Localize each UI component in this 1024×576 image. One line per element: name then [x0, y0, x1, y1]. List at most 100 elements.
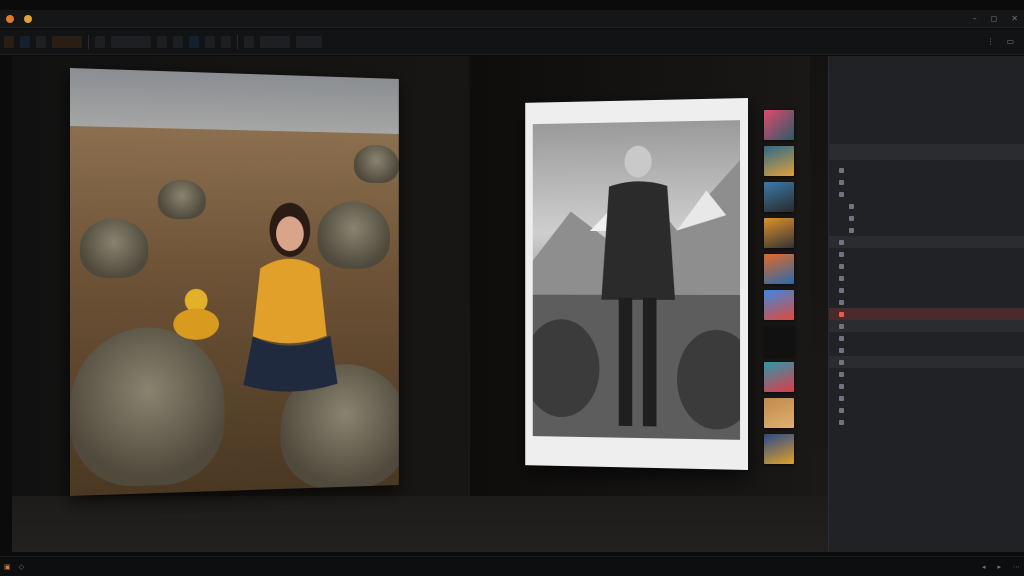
- thumbnail[interactable]: [764, 326, 794, 356]
- yellow-toy: [173, 288, 219, 341]
- thumbnail[interactable]: [764, 362, 794, 392]
- panel-row[interactable]: [829, 320, 1024, 332]
- panel-row[interactable]: [829, 332, 1024, 344]
- framed-photo-man[interactable]: [525, 98, 748, 470]
- row-icon: [839, 407, 844, 413]
- app-icon[interactable]: [6, 14, 14, 23]
- status-icon[interactable]: ▣: [4, 563, 11, 571]
- thumbnail[interactable]: [764, 110, 794, 140]
- row-icon: [839, 239, 844, 245]
- tool-button-11[interactable]: [221, 35, 231, 48]
- tool-button-7[interactable]: [157, 35, 167, 48]
- thumbnail[interactable]: [764, 254, 794, 284]
- row-icon: [839, 383, 844, 389]
- panel-row[interactable]: [829, 296, 1024, 308]
- row-icon: [839, 251, 844, 257]
- row-icon: [839, 299, 844, 305]
- tool-button-14[interactable]: [296, 35, 322, 48]
- panel-row[interactable]: [829, 176, 1024, 188]
- panel-row[interactable]: [829, 212, 1024, 224]
- gallery-floor: [12, 496, 828, 552]
- tool-button-6[interactable]: [111, 35, 151, 48]
- row-icon: [839, 287, 844, 293]
- panel-row[interactable]: [829, 356, 1024, 368]
- row-icon: [839, 167, 844, 173]
- thumbnail[interactable]: [764, 398, 794, 428]
- row-icon: [839, 179, 844, 185]
- panel-row[interactable]: [829, 284, 1024, 296]
- panel-row[interactable]: [829, 392, 1024, 404]
- maximize-icon[interactable]: ◻: [991, 14, 998, 23]
- status-icon-2[interactable]: ◇: [19, 563, 24, 571]
- panel-row[interactable]: [829, 416, 1024, 428]
- row-icon: [839, 263, 844, 269]
- row-icon: [839, 335, 844, 341]
- row-icon: [839, 359, 844, 365]
- tool-button-13[interactable]: [260, 35, 290, 48]
- panel-row[interactable]: [829, 380, 1024, 392]
- panel-row[interactable]: [829, 236, 1024, 248]
- photo-woman-desert[interactable]: [70, 68, 399, 496]
- thumbnail[interactable]: [764, 146, 794, 176]
- tool-button-1[interactable]: [4, 35, 14, 48]
- shrub: [157, 179, 206, 220]
- mountain-scene: [532, 145, 741, 440]
- toolbar-divider: [88, 34, 89, 49]
- row-icon: [839, 347, 844, 353]
- panel-row[interactable]: [829, 188, 1024, 200]
- thumbnail[interactable]: [764, 434, 794, 464]
- toolbar-divider-2: [237, 34, 238, 49]
- panel-row[interactable]: [829, 404, 1024, 416]
- row-icon: [839, 311, 844, 317]
- tool-button-9[interactable]: [189, 35, 199, 48]
- row-icon: [849, 227, 854, 233]
- status-icon-right-2[interactable]: ▸: [997, 563, 1001, 571]
- row-icon: [839, 323, 844, 329]
- shrub: [70, 326, 225, 488]
- minimize-icon[interactable]: –: [973, 14, 977, 23]
- woman-figure: [243, 202, 338, 393]
- tool-button-12[interactable]: [244, 35, 254, 48]
- row-icon: [839, 419, 844, 425]
- panel-row[interactable]: [829, 224, 1024, 236]
- app-icon-2[interactable]: [24, 14, 32, 23]
- tool-button-5[interactable]: [95, 35, 105, 48]
- tool-bar: ⋮ ▭: [0, 29, 1024, 55]
- panel-row[interactable]: [829, 260, 1024, 272]
- menu-bar: – ◻ ✕: [0, 10, 1024, 28]
- status-icon-right-1[interactable]: ◂: [982, 563, 986, 571]
- tool-button-4[interactable]: [52, 35, 82, 48]
- tool-button-8[interactable]: [173, 35, 183, 48]
- panel-row[interactable]: [829, 308, 1024, 320]
- shrub: [353, 144, 399, 184]
- tool-button-3[interactable]: [36, 35, 46, 48]
- panel-row[interactable]: [829, 248, 1024, 260]
- panel-row[interactable]: [829, 368, 1024, 380]
- tool-button-2[interactable]: [20, 35, 30, 48]
- panel-row[interactable]: [829, 200, 1024, 212]
- canvas-stage[interactable]: [12, 56, 828, 552]
- row-icon: [839, 395, 844, 401]
- row-icon: [849, 203, 854, 209]
- status-bar: ▣ ◇ ◂ ▸ ⋯: [0, 556, 1024, 576]
- panel-row[interactable]: [829, 272, 1024, 284]
- tool-button-10[interactable]: [205, 35, 215, 48]
- frame-caption-top: [525, 104, 748, 109]
- thumbnail[interactable]: [764, 290, 794, 320]
- toolbar-icon-right-1[interactable]: ⋮: [986, 37, 994, 46]
- row-icon: [839, 191, 844, 197]
- properties-panel: [828, 56, 1024, 552]
- thumbnail[interactable]: [764, 182, 794, 212]
- frame-caption-bottom: [525, 457, 748, 462]
- thumbnail[interactable]: [764, 218, 794, 248]
- panel-rows: [829, 164, 1024, 428]
- toolbar-icon-right-2[interactable]: ▭: [1006, 37, 1014, 46]
- row-icon: [839, 371, 844, 377]
- panel-header: [829, 144, 1024, 160]
- status-icon-right-3[interactable]: ⋯: [1013, 563, 1020, 571]
- row-icon: [849, 215, 854, 221]
- close-icon[interactable]: ✕: [1011, 14, 1018, 23]
- panel-row[interactable]: [829, 164, 1024, 176]
- panel-row[interactable]: [829, 344, 1024, 356]
- filmstrip: [764, 110, 800, 470]
